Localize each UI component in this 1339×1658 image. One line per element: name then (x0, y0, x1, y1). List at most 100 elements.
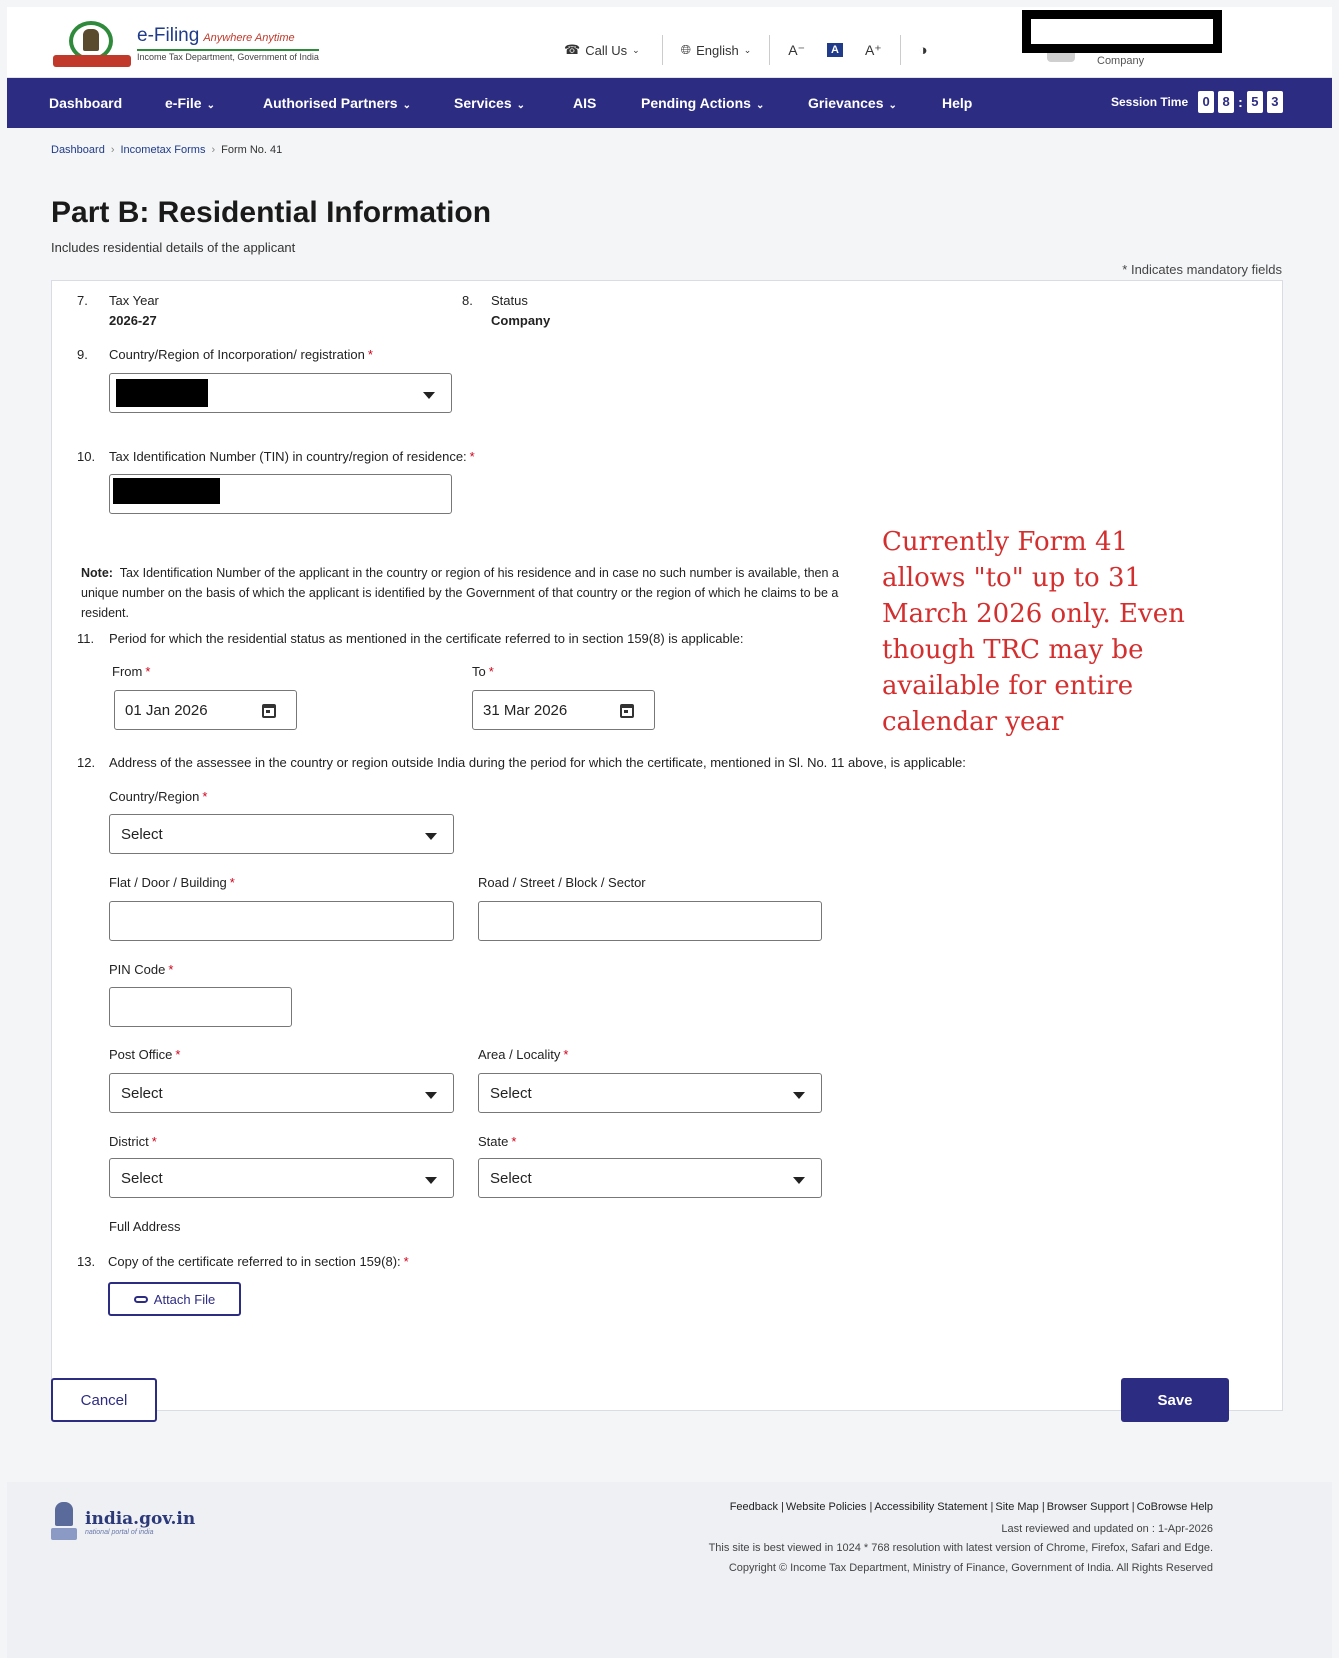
nav-help[interactable]: Help (942, 95, 972, 111)
select-value: Select (121, 826, 163, 843)
to-date-input[interactable]: 31 Mar 2026 (472, 690, 655, 730)
language-dropdown[interactable]: 🌐︎ English ⌄ (681, 42, 752, 58)
nav-grievances[interactable]: Grievances ⌄ (808, 95, 897, 111)
breadcrumb-separator: › (110, 144, 115, 156)
field-number: 13. (77, 1254, 96, 1269)
nav-pending-actions[interactable]: Pending Actions ⌄ (641, 95, 764, 111)
last-reviewed: Last reviewed and updated on : 1-Apr-202… (1001, 1523, 1213, 1535)
caret-down-icon (425, 1092, 437, 1099)
phone-icon: ☎ (564, 42, 581, 57)
pin-code-input[interactable] (109, 987, 292, 1027)
save-button[interactable]: Save (1121, 1378, 1229, 1422)
district-select[interactable]: Select (109, 1158, 454, 1198)
paperclip-icon (133, 1295, 148, 1303)
select-value: Select (490, 1085, 532, 1102)
contrast-icon[interactable]: ◑ (919, 42, 928, 59)
language-label: English (696, 42, 739, 58)
annotation-text: Currently Form 41 allows "to" up to 31 M… (882, 527, 1185, 737)
area-locality-select[interactable]: Select (478, 1073, 822, 1113)
select-value: Select (121, 1170, 163, 1187)
from-date-input[interactable]: 01 Jan 2026 (114, 690, 297, 730)
session-digit: 0 (1198, 91, 1215, 113)
chevron-down-icon: ⌄ (755, 100, 765, 111)
country-incorporation-select[interactable] (109, 373, 452, 413)
footer-links: Feedback | Website Policies | Accessibilit… (729, 1501, 1213, 1513)
nav-ais[interactable]: AIS (573, 95, 596, 111)
logo-subtitle: Income Tax Department, Government of Ind… (137, 48, 319, 62)
address-label: Address of the assessee in the country o… (109, 755, 966, 770)
footer-link-website-policies[interactable]: Website Policies (786, 1501, 867, 1513)
select-value: Select (121, 1085, 163, 1102)
user-role: Company (1097, 55, 1145, 67)
country-region-label: Country/Region * (109, 789, 208, 804)
nav-services[interactable]: Services ⌄ (454, 95, 525, 111)
font-decrease-button[interactable]: A⁻ (788, 42, 805, 59)
nav-dashboard[interactable]: Dashboard (49, 95, 122, 111)
breadcrumb-incometax-forms[interactable]: Incometax Forms (121, 144, 206, 156)
from-date-value: 01 Jan 2026 (125, 702, 208, 719)
portal-name: india.gov.in (85, 1508, 196, 1529)
post-office-label: Post Office * (109, 1047, 181, 1062)
call-us-dropdown[interactable]: ☎ Call Us ⌄ (564, 42, 640, 58)
session-digit: 5 (1246, 91, 1263, 113)
india-gov-logo[interactable]: india.gov.in national portal of india (51, 1502, 195, 1542)
calendar-icon[interactable] (262, 704, 276, 718)
footer-link-cobrowse-help[interactable]: CoBrowse Help (1137, 1501, 1213, 1513)
tin-input[interactable] (109, 474, 452, 514)
road-label: Road / Street / Block / Sector (478, 875, 646, 890)
globe-icon: 🌐︎ (680, 42, 692, 57)
full-address-label: Full Address (109, 1219, 181, 1234)
cancel-button[interactable]: Cancel (51, 1378, 157, 1422)
status-value: Company (491, 313, 551, 328)
field-number: 9. (77, 347, 88, 362)
session-digit: 8 (1218, 91, 1235, 113)
breadcrumb-current: Form No. 41 (221, 144, 283, 156)
footer-link-accessibility[interactable]: Accessibility Statement (874, 1501, 987, 1513)
divider (769, 35, 771, 65)
calendar-icon[interactable] (620, 704, 634, 718)
flat-door-building-input[interactable] (109, 901, 454, 941)
field-number: 12. (77, 755, 96, 770)
mandatory-note: * Indicates mandatory fields (1122, 262, 1282, 277)
font-default-button[interactable]: A (826, 43, 843, 57)
page-title: Part B: Residential Information (51, 196, 492, 229)
area-locality-label: Area / Locality * (478, 1047, 569, 1062)
session-digit: 3 (1266, 91, 1283, 113)
font-increase-button[interactable]: A⁺ (865, 42, 882, 59)
redacted-user-name (1022, 10, 1222, 53)
district-label: District * (109, 1134, 157, 1149)
chevron-down-icon: ⌄ (888, 100, 897, 111)
road-street-input[interactable] (478, 901, 822, 941)
country-incorporation-label: Country/Region of Incorporation/ registr… (109, 347, 373, 362)
caret-down-icon (425, 833, 437, 840)
redacted-value (113, 478, 220, 504)
session-timer: Session Time 0 8 : 5 3 (1111, 91, 1283, 113)
nav-efile[interactable]: e-File ⌄ (165, 95, 215, 111)
chevron-down-icon: ⌄ (402, 100, 411, 111)
footer-link-browser-support[interactable]: Browser Support (1047, 1501, 1129, 1513)
tin-label: Tax Identification Number (TIN) in count… (109, 449, 475, 464)
to-label: To * (472, 664, 494, 679)
footer-link-feedback[interactable]: Feedback (730, 1501, 778, 1513)
footer-link-site-map[interactable]: Site Map (995, 1501, 1038, 1513)
top-header: e-Filing Anywhere Anytime Income Tax Depa… (7, 7, 1332, 78)
tax-year-value: 2026-27 (109, 313, 157, 328)
attach-file-button[interactable]: Attach File (108, 1282, 241, 1316)
logo-title: e-Filing (137, 24, 200, 46)
pin-code-label: PIN Code * (109, 962, 174, 977)
breadcrumb: Dashboard › Incometax Forms › Form No. 4… (51, 144, 282, 156)
post-office-select[interactable]: Select (109, 1073, 454, 1113)
country-region-select[interactable]: Select (109, 814, 454, 854)
to-date-value: 31 Mar 2026 (483, 702, 568, 719)
efiling-logo[interactable]: e-Filing Anywhere Anytime Income Tax Depa… (53, 19, 319, 67)
nav-authorised-partners[interactable]: Authorised Partners ⌄ (263, 95, 411, 111)
caret-down-icon (793, 1092, 805, 1099)
chevron-down-icon: ⌄ (743, 44, 752, 55)
session-label: Session Time (1111, 95, 1189, 109)
caret-down-icon (425, 1177, 437, 1184)
chevron-down-icon: ⌄ (206, 100, 215, 111)
select-value: Select (490, 1170, 532, 1187)
breadcrumb-dashboard[interactable]: Dashboard (51, 144, 105, 156)
period-label: Period for which the residential status … (109, 631, 744, 646)
state-select[interactable]: Select (478, 1158, 822, 1198)
